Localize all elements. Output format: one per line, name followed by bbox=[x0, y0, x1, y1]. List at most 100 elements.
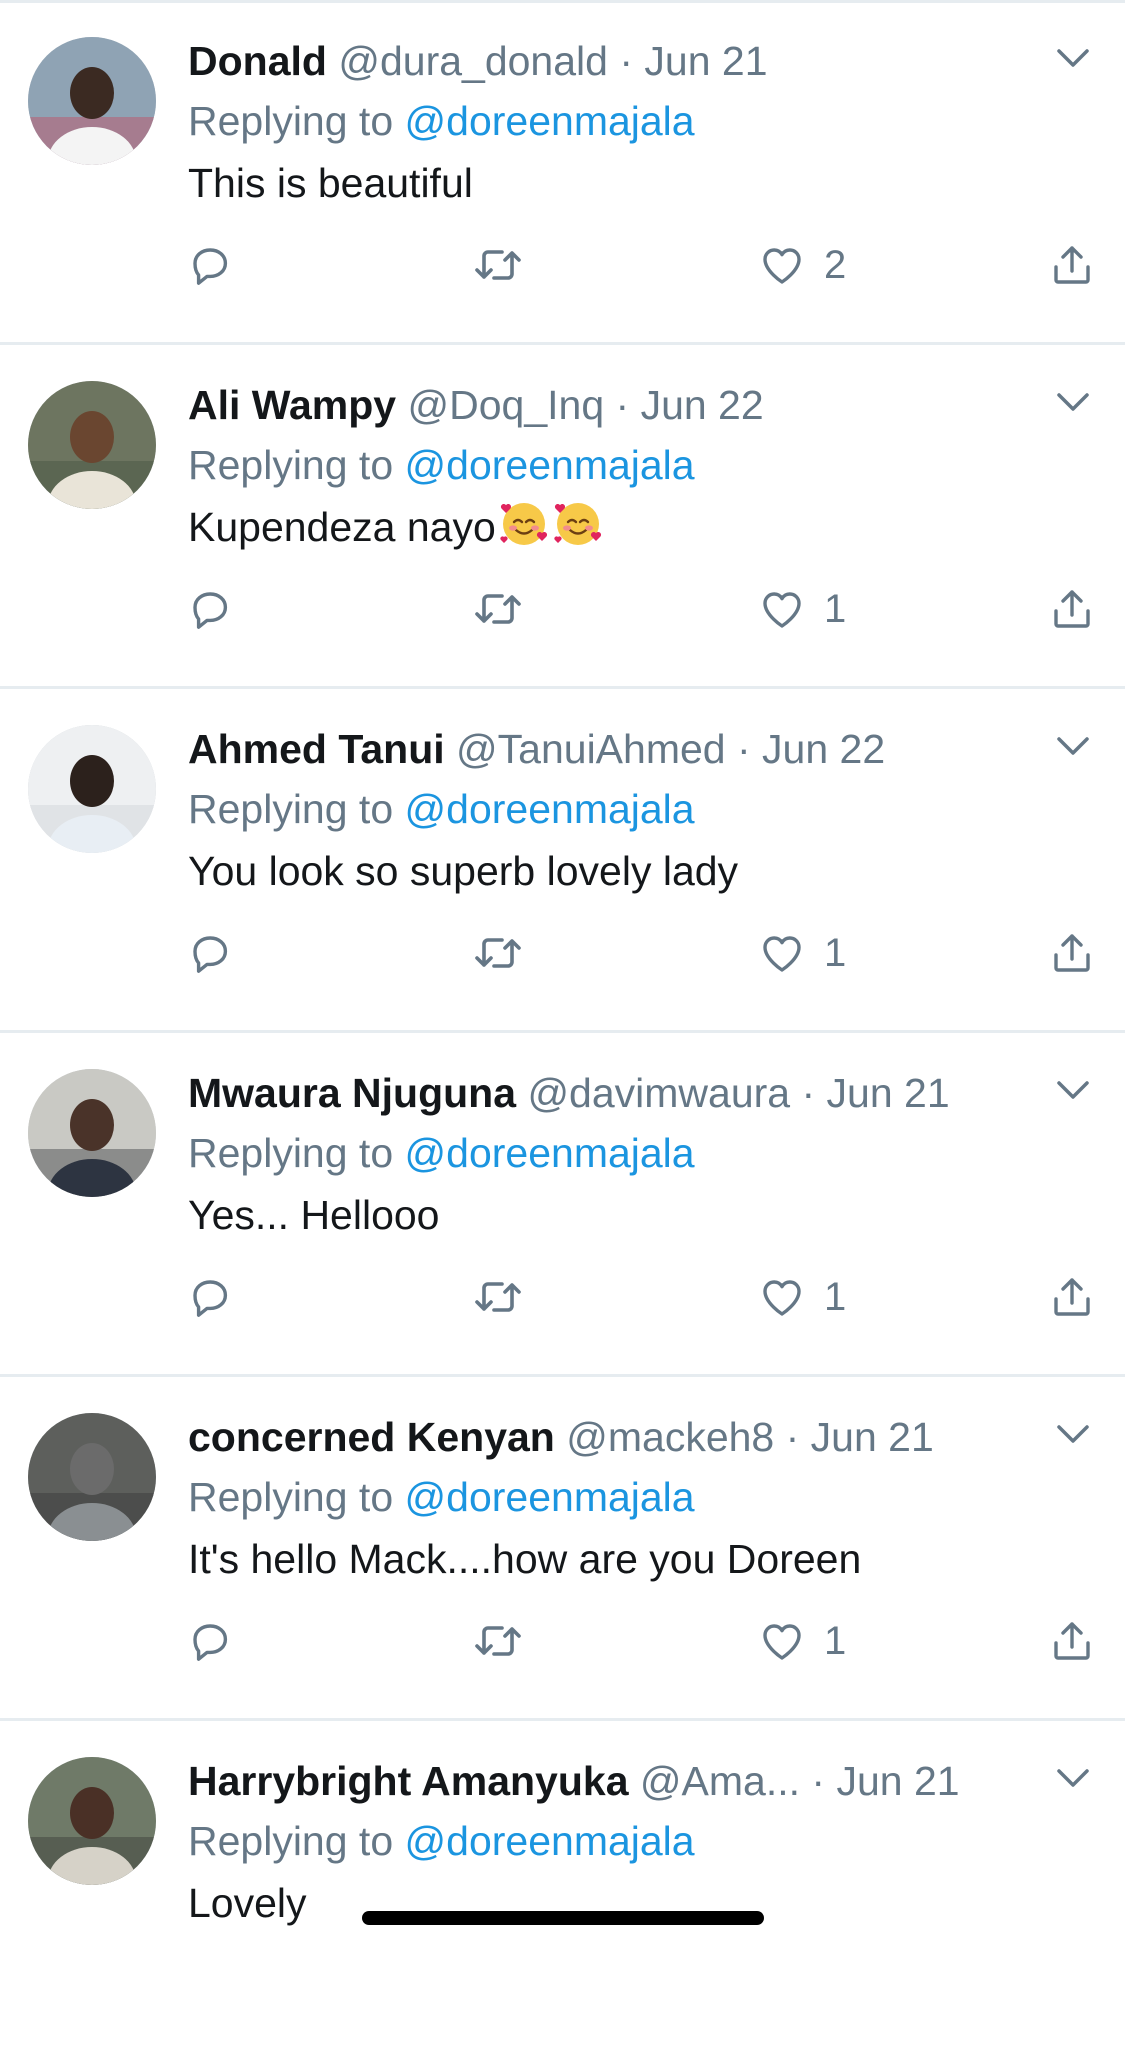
separator-dot: · bbox=[790, 1070, 827, 1116]
replying-to-label: Replying to bbox=[188, 1130, 394, 1176]
replying-to-label: Replying to bbox=[188, 1474, 394, 1520]
tweet-text-line: It's hello Mack....how are you Doreen bbox=[188, 1529, 861, 1589]
avatar[interactable] bbox=[28, 725, 156, 853]
share-icon bbox=[1048, 585, 1096, 633]
smiling-face-with-hearts-icon bbox=[498, 497, 550, 549]
user-handle[interactable]: @Ama... bbox=[640, 1758, 800, 1804]
tweet-header: Ali Wampy @Doq_Inq · Jun 22 bbox=[188, 375, 764, 435]
heart-icon bbox=[758, 1273, 806, 1321]
reply-tweet[interactable]: concerned Kenyan @mackeh8 · Jun 21 Replyi… bbox=[0, 1379, 1125, 1721]
chevron-down-icon[interactable] bbox=[1053, 731, 1093, 761]
separator-dot: · bbox=[607, 38, 645, 84]
mention-link[interactable]: @doreenmajala bbox=[405, 442, 695, 488]
retweet-button[interactable] bbox=[472, 579, 524, 639]
user-handle[interactable]: @Doq_Inq bbox=[407, 382, 604, 428]
reply-tweet[interactable]: Mwaura Njuguna @davimwaura · Jun 21 Reply… bbox=[0, 1035, 1125, 1377]
share-icon bbox=[1048, 1617, 1096, 1665]
speech-bubble-icon bbox=[186, 241, 234, 289]
user-handle[interactable]: @TanuiAhmed bbox=[456, 726, 726, 772]
tweet-text-line: Yes... Hellooo bbox=[188, 1185, 440, 1245]
reply-button[interactable] bbox=[186, 1611, 234, 1671]
tweet-date[interactable]: Jun 22 bbox=[641, 382, 764, 428]
retweet-button[interactable] bbox=[472, 1267, 524, 1327]
display-name[interactable]: Mwaura Njuguna bbox=[188, 1070, 516, 1116]
like-button[interactable]: 1 bbox=[758, 1267, 846, 1327]
retweet-button[interactable] bbox=[472, 235, 524, 295]
display-name[interactable]: concerned Kenyan bbox=[188, 1414, 555, 1460]
display-name[interactable]: Donald bbox=[188, 38, 327, 84]
tweet-header: Mwaura Njuguna @davimwaura · Jun 21 bbox=[188, 1063, 950, 1123]
heart-icon bbox=[758, 241, 806, 289]
tweet-actions: 1 bbox=[0, 1267, 1125, 1327]
reply-button[interactable] bbox=[186, 235, 234, 295]
tweet-text-line: Kupendeza nayo bbox=[188, 497, 604, 557]
smiling-face-with-hearts-icon bbox=[552, 497, 604, 549]
retweet-icon bbox=[472, 585, 524, 633]
retweet-button[interactable] bbox=[472, 1611, 524, 1671]
chevron-down-icon[interactable] bbox=[1053, 1763, 1093, 1793]
replying-to-label: Replying to bbox=[188, 1818, 394, 1864]
chevron-down-icon[interactable] bbox=[1053, 1075, 1093, 1105]
tweet-actions: 1 bbox=[0, 923, 1125, 983]
tweet-actions: 2 bbox=[0, 235, 1125, 295]
tweet-date[interactable]: Jun 21 bbox=[811, 1414, 934, 1460]
display-name[interactable]: Harrybright Amanyuka bbox=[188, 1758, 629, 1804]
reply-tweet[interactable]: Donald @dura_donald · Jun 21 Replying to … bbox=[0, 3, 1125, 345]
speech-bubble-icon bbox=[186, 1273, 234, 1321]
reply-tweet[interactable]: Ahmed Tanui @TanuiAhmed · Jun 22 Replying… bbox=[0, 691, 1125, 1033]
user-handle[interactable]: @mackeh8 bbox=[566, 1414, 774, 1460]
reply-button[interactable] bbox=[186, 923, 234, 983]
mention-link[interactable]: @doreenmajala bbox=[405, 1818, 695, 1864]
separator-dot: · bbox=[725, 726, 763, 772]
replying-to-line: Replying to @doreenmajala bbox=[188, 1125, 695, 1181]
mention-link[interactable]: @doreenmajala bbox=[405, 1130, 695, 1176]
avatar[interactable] bbox=[28, 1413, 156, 1541]
chevron-down-icon[interactable] bbox=[1053, 43, 1093, 73]
tweet-date[interactable]: Jun 21 bbox=[836, 1758, 959, 1804]
like-button[interactable]: 2 bbox=[758, 235, 846, 295]
share-button[interactable] bbox=[1048, 235, 1096, 295]
avatar[interactable] bbox=[28, 37, 156, 165]
reply-button[interactable] bbox=[186, 579, 234, 639]
reply-button[interactable] bbox=[186, 1267, 234, 1327]
retweet-button[interactable] bbox=[472, 923, 524, 983]
tweet-text: Lovely bbox=[188, 1880, 307, 1926]
replying-to-label: Replying to bbox=[188, 442, 394, 488]
home-indicator[interactable] bbox=[362, 1911, 764, 1925]
tweet-text: It's hello Mack....how are you Doreen bbox=[188, 1536, 862, 1582]
tweet-text-line: Lovely bbox=[188, 1873, 307, 1933]
display-name[interactable]: Ali Wampy bbox=[188, 382, 396, 428]
tweet-date[interactable]: Jun 21 bbox=[644, 38, 767, 84]
avatar[interactable] bbox=[28, 1069, 156, 1197]
replying-to-line: Replying to @doreenmajala bbox=[188, 781, 695, 837]
tweet-date[interactable]: Jun 21 bbox=[827, 1070, 950, 1116]
share-button[interactable] bbox=[1048, 1611, 1096, 1671]
user-handle[interactable]: @davimwaura bbox=[527, 1070, 790, 1116]
like-button[interactable]: 1 bbox=[758, 1611, 846, 1671]
mention-link[interactable]: @doreenmajala bbox=[405, 786, 695, 832]
share-button[interactable] bbox=[1048, 923, 1096, 983]
share-button[interactable] bbox=[1048, 1267, 1096, 1327]
avatar[interactable] bbox=[28, 381, 156, 509]
chevron-down-icon[interactable] bbox=[1053, 387, 1093, 417]
share-button[interactable] bbox=[1048, 579, 1096, 639]
tweet-date[interactable]: Jun 22 bbox=[762, 726, 885, 772]
tweet-text: Yes... Hellooo bbox=[188, 1192, 440, 1238]
tweet-text: You look so superb lovely lady bbox=[188, 848, 739, 894]
share-icon bbox=[1048, 241, 1096, 289]
tweet-header: Ahmed Tanui @TanuiAhmed · Jun 22 bbox=[188, 719, 885, 779]
chevron-down-icon[interactable] bbox=[1053, 1419, 1093, 1449]
heart-icon bbox=[758, 585, 806, 633]
reply-tweet[interactable]: Ali Wampy @Doq_Inq · Jun 22 Replying to @… bbox=[0, 347, 1125, 689]
mention-link[interactable]: @doreenmajala bbox=[405, 98, 695, 144]
separator-dot: · bbox=[774, 1414, 811, 1460]
like-button[interactable]: 1 bbox=[758, 579, 846, 639]
speech-bubble-icon bbox=[186, 929, 234, 977]
user-handle[interactable]: @dura_donald bbox=[338, 38, 608, 84]
mention-link[interactable]: @doreenmajala bbox=[405, 1474, 695, 1520]
avatar[interactable] bbox=[28, 1757, 156, 1885]
display-name[interactable]: Ahmed Tanui bbox=[188, 726, 445, 772]
reply-tweet[interactable]: Harrybright Amanyuka @Ama... · Jun 21 Rep… bbox=[0, 1723, 1125, 2065]
tweet-text-line: This is beautiful bbox=[188, 153, 473, 213]
like-button[interactable]: 1 bbox=[758, 923, 846, 983]
